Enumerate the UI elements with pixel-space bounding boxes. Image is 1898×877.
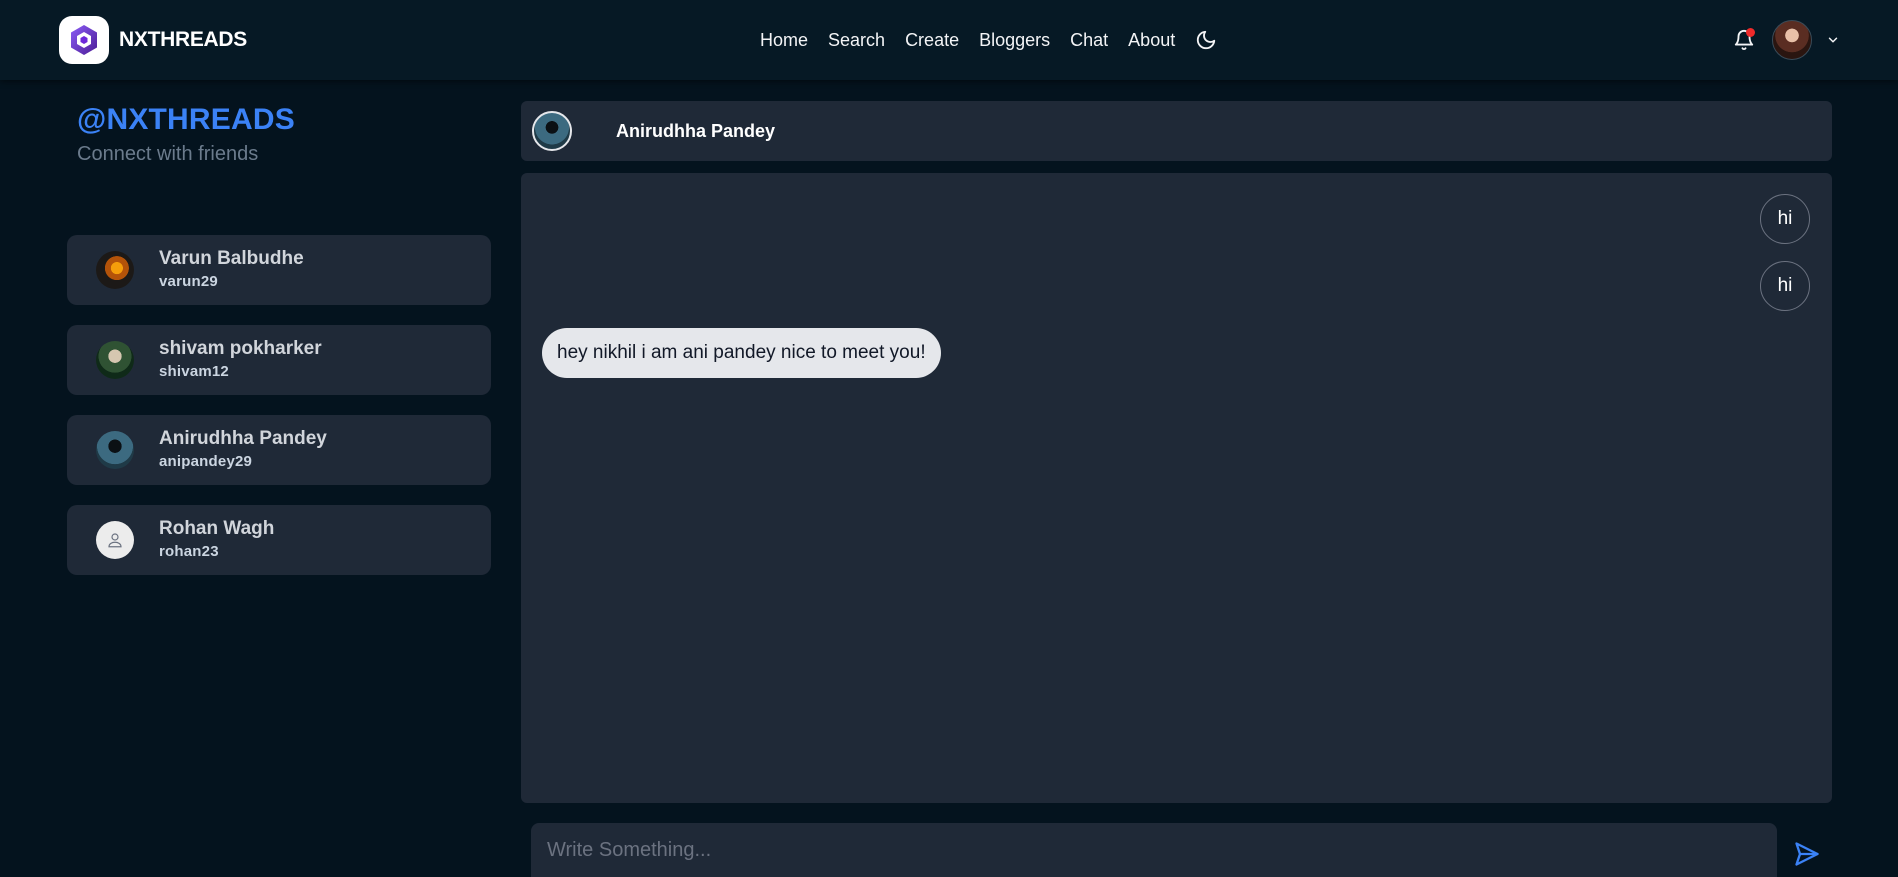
nav-link-search[interactable]: Search: [828, 28, 885, 52]
send-icon[interactable]: [1791, 838, 1823, 870]
notification-dot: [1746, 28, 1755, 37]
contact-item-shivam[interactable]: shivam pokharker shivam12: [67, 325, 491, 395]
moon-icon[interactable]: [1195, 28, 1219, 52]
sidebar-handle: @NXTHREADS: [77, 103, 295, 136]
message-incoming: hey nikhil i am ani pandey nice to meet …: [542, 328, 941, 378]
top-navbar: NXTHREADS Home Search Create Bloggers Ch…: [0, 0, 1898, 80]
contact-item-rohan[interactable]: Rohan Wagh rohan23: [67, 505, 491, 575]
message-outgoing: hi: [1760, 194, 1810, 244]
brand[interactable]: NXTHREADS: [59, 16, 247, 64]
avatar: [96, 431, 134, 469]
contact-username: rohan23: [159, 543, 219, 560]
sidebar-subtitle: Connect with friends: [77, 143, 259, 165]
nav-link-home[interactable]: Home: [760, 28, 808, 52]
avatar: [96, 521, 134, 559]
contact-name: Rohan Wagh: [159, 518, 275, 539]
avatar[interactable]: [532, 111, 572, 151]
chat-header: Anirudhha Pandey: [521, 101, 1832, 161]
chat-contact-name: Anirudhha Pandey: [616, 120, 776, 141]
contact-username: shivam12: [159, 363, 229, 380]
user-avatar[interactable]: [1772, 20, 1812, 60]
chevron-down-icon[interactable]: [1826, 32, 1842, 48]
contact-item-varun[interactable]: Varun Balbudhe varun29: [67, 235, 491, 305]
nav-link-about[interactable]: About: [1128, 28, 1175, 52]
avatar: [96, 251, 134, 289]
user-icon: [108, 533, 122, 548]
contact-name: shivam pokharker: [159, 338, 322, 359]
nav-user-area: [1730, 20, 1842, 60]
nav-link-bloggers[interactable]: Bloggers: [979, 28, 1050, 52]
contact-username: anipandey29: [159, 453, 253, 470]
contact-username: varun29: [159, 273, 218, 290]
nav-links: Home Search Create Bloggers Chat About: [760, 28, 1219, 52]
message-outgoing: hi: [1760, 261, 1810, 311]
contact-name: Varun Balbudhe: [159, 248, 304, 269]
avatar: [96, 341, 134, 379]
nav-link-create[interactable]: Create: [905, 28, 959, 52]
contact-name: Anirudhha Pandey: [159, 428, 327, 449]
nav-link-chat[interactable]: Chat: [1070, 28, 1108, 52]
brand-name: NXTHREADS: [119, 28, 247, 51]
contact-item-anirudhha[interactable]: Anirudhha Pandey anipandey29: [67, 415, 491, 485]
hexagon-logo-icon: [59, 16, 109, 64]
chat-messages: hi hi hey nikhil i am ani pandey nice to…: [521, 173, 1832, 803]
message-input[interactable]: [531, 823, 1777, 877]
bell-icon[interactable]: [1730, 26, 1758, 54]
